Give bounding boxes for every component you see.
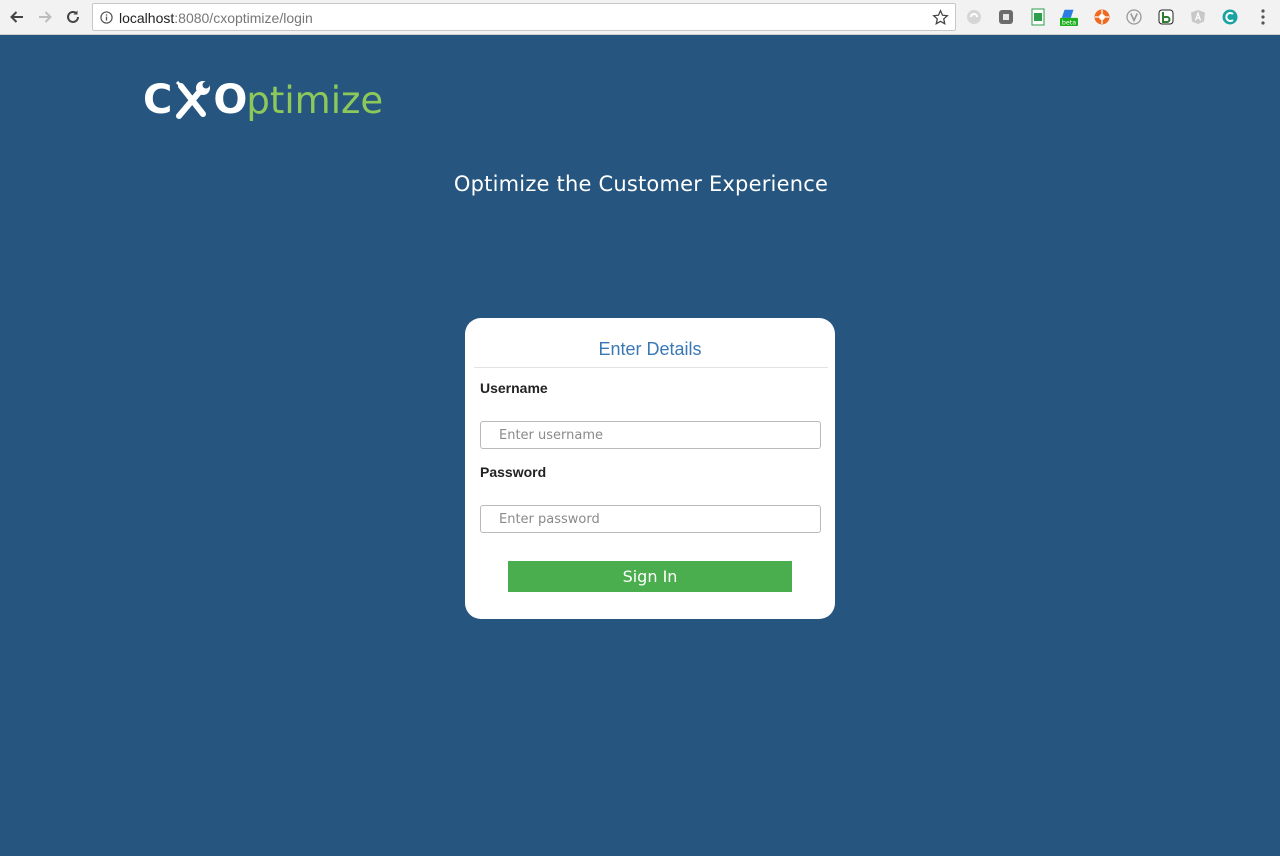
arrow-left-icon (10, 11, 23, 23)
teal-extension-icon[interactable] (1221, 8, 1239, 26)
orange-extension-icon[interactable] (1093, 8, 1111, 26)
svg-text:beta: beta (1062, 20, 1076, 27)
logo-wordmark: C O (143, 77, 249, 123)
b-extension-icon[interactable] (1157, 8, 1175, 26)
reload-icon (67, 10, 79, 23)
password-label: Password (480, 464, 547, 480)
reload-button[interactable] (62, 6, 84, 28)
back-button[interactable] (6, 6, 28, 28)
login-card: Enter Details Username Password Sign In (465, 318, 835, 619)
angular-extension-icon[interactable] (1189, 8, 1207, 26)
info-icon[interactable] (100, 11, 113, 24)
disabled-extension-icon[interactable] (965, 8, 983, 26)
url-path: :8080/cxoptimize/login (174, 10, 313, 26)
password-input[interactable] (480, 505, 821, 533)
cxoptimize-logo: C O ptimize (143, 76, 383, 124)
grey-extension-icon[interactable] (997, 8, 1015, 26)
username-input[interactable] (480, 421, 821, 449)
browser-toolbar: localhost:8080/cxoptimize/login beta (0, 0, 1280, 35)
sign-in-button[interactable]: Sign In (508, 561, 792, 592)
url-host: localhost (119, 10, 175, 26)
logo-suffix: ptimize (246, 78, 384, 122)
tools-icon (176, 80, 211, 119)
v-extension-icon[interactable] (1125, 8, 1143, 26)
url-text[interactable]: localhost:8080/cxoptimize/login (119, 10, 313, 26)
page-tagline: Optimize the Customer Experience (453, 172, 829, 196)
username-label: Username (480, 380, 548, 396)
card-divider (474, 367, 828, 368)
kebab-menu-icon[interactable] (1256, 8, 1270, 26)
forward-button[interactable] (34, 6, 56, 28)
sheets-extension-icon[interactable] (1029, 8, 1047, 26)
login-card-title: Enter Details (598, 339, 702, 359)
address-bar[interactable]: localhost:8080/cxoptimize/login (92, 3, 956, 31)
arrow-right-icon (39, 11, 52, 23)
beta-extension-icon[interactable]: beta (1060, 8, 1078, 27)
bookmark-star-icon[interactable] (932, 9, 949, 26)
